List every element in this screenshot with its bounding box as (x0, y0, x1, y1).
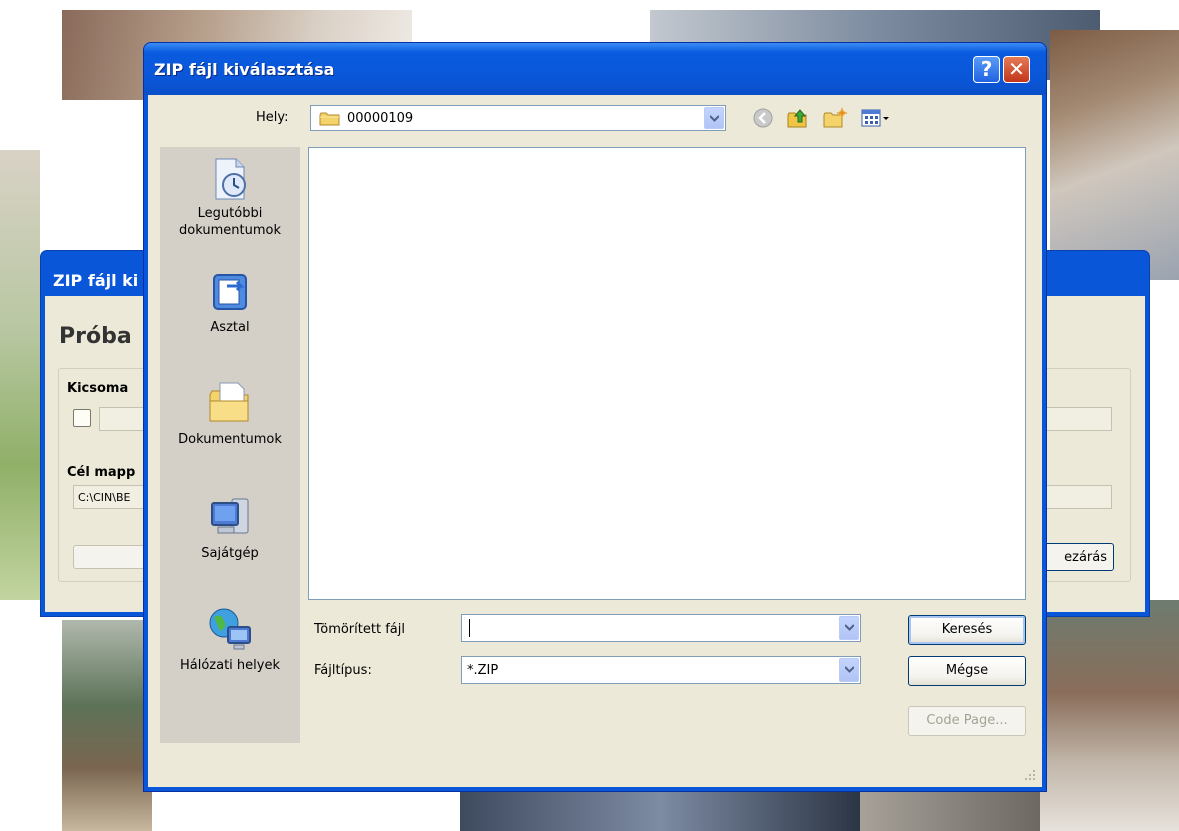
network-places-icon (209, 608, 251, 650)
file-list[interactable] (308, 147, 1026, 600)
place-recent-documents[interactable]: Legutóbbi dokumentumok (160, 157, 300, 239)
help-button[interactable]: ? (973, 56, 1000, 83)
code-page-button[interactable]: Code Page... (908, 706, 1026, 736)
background-photo (1050, 30, 1179, 280)
text-cursor (469, 619, 470, 637)
background-photo (62, 620, 152, 831)
file-name-input[interactable] (461, 614, 861, 642)
up-folder-icon[interactable] (786, 107, 810, 129)
place-label: dokumentumok (179, 223, 281, 238)
desktop-icon (213, 274, 247, 310)
dialog-title: ZIP fájl kiválasztása (154, 60, 335, 79)
place-my-documents[interactable]: Dokumentumok (160, 379, 300, 448)
folder-icon (319, 112, 340, 126)
look-in-dropdown[interactable]: 00000109 (310, 105, 726, 131)
browse-icon[interactable] (73, 409, 91, 427)
package-label: Kicsoma (67, 381, 129, 396)
file-type-label: Fájltípus: (314, 663, 372, 678)
place-desktop[interactable]: Asztal (160, 271, 300, 336)
place-label: Hálózati helyek (179, 658, 280, 673)
background-photo (0, 150, 40, 600)
new-folder-icon[interactable] (822, 107, 848, 129)
places-bar: Legutóbbi dokumentumok Asztal Dokumentum… (160, 147, 300, 743)
my-computer-icon (211, 498, 249, 534)
open-file-dialog: ZIP fájl kiválasztása ? ✕ Hely: 00000109 (143, 42, 1047, 792)
back-arrow-icon[interactable] (752, 107, 774, 129)
title-bar[interactable]: ZIP fájl kiválasztása ? ✕ (144, 43, 1046, 95)
background-photo (460, 790, 860, 831)
chevron-down-icon[interactable] (839, 616, 859, 640)
place-label: Asztal (210, 320, 250, 335)
look-in-label: Hely: (256, 110, 289, 125)
place-label: Legutóbbi (197, 206, 263, 221)
recent-documents-icon (215, 158, 246, 200)
background-window-heading: Próba (59, 324, 132, 349)
cancel-button[interactable]: Mégse (908, 656, 1026, 686)
file-name-label: Tömörített fájl (314, 622, 405, 637)
chevron-down-icon[interactable] (704, 107, 724, 129)
look-in-value: 00000109 (347, 111, 414, 126)
resize-grip-icon[interactable] (1022, 767, 1036, 781)
target-folder-label: Cél mapp (67, 465, 136, 480)
file-type-value: *.ZIP (467, 663, 499, 678)
close-button[interactable]: ✕ (1003, 56, 1030, 83)
place-network-places[interactable]: Hálózati helyek (160, 605, 300, 674)
file-type-dropdown[interactable]: *.ZIP (461, 656, 861, 684)
background-photo (1040, 600, 1179, 831)
dialog-body: Hely: 00000109 Legutóbbi dokumentumok As… (148, 95, 1042, 787)
search-button[interactable]: Keresés (908, 615, 1026, 645)
place-label: Sajátgép (201, 546, 259, 561)
place-my-computer[interactable]: Sajátgép (160, 493, 300, 562)
place-label: Dokumentumok (178, 432, 282, 447)
view-menu-icon[interactable] (860, 107, 890, 129)
my-documents-icon (209, 382, 249, 422)
chevron-down-icon[interactable] (839, 658, 859, 682)
